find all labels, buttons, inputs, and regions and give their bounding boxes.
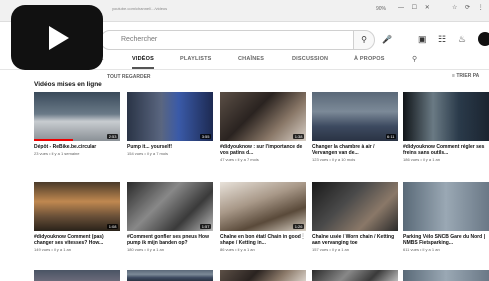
video-thumbnail[interactable]: 1:57 bbox=[127, 182, 213, 231]
see-all-link[interactable]: TOUT REGARDER bbox=[107, 74, 151, 80]
search-icon: ⚲ bbox=[361, 35, 367, 44]
video-duration: 2:53 bbox=[107, 134, 118, 139]
video-card[interactable]: #didyouknow Comment régler ses freins sa… bbox=[403, 92, 489, 162]
video-title[interactable]: Changer la chambre à air / Vervangen van… bbox=[312, 144, 398, 156]
video-title[interactable]: Dépôt - ReBike.be.circular bbox=[34, 144, 120, 150]
video-duration: 1:08 bbox=[107, 224, 118, 229]
tab-about[interactable]: À PROPOS bbox=[354, 56, 385, 62]
video-meta: 123 vues • il y a 10 mois bbox=[312, 157, 356, 162]
video-thumbnail[interactable]: 1:38 bbox=[220, 92, 306, 141]
video-thumbnail[interactable]: 1:08 bbox=[34, 182, 120, 231]
video-title[interactable]: #didyouknow : sur l'importance de vos pa… bbox=[220, 144, 306, 156]
sort-button[interactable]: ≡ TRIER PA bbox=[452, 73, 479, 79]
more-options-icon[interactable]: ⋮ bbox=[300, 233, 306, 240]
video-thumbnail[interactable] bbox=[312, 182, 398, 231]
video-thumbnail[interactable]: 2:53 bbox=[34, 92, 120, 141]
video-meta: 157 vues • il y a 1 an bbox=[312, 247, 349, 252]
video-title[interactable]: Chaîne usée / Worn chain / Ketting aan v… bbox=[312, 234, 398, 246]
video-card[interactable]: 6:11 Changer la chambre à air / Vervange… bbox=[312, 92, 398, 162]
video-thumbnail[interactable] bbox=[312, 270, 398, 281]
video-duration: 3:55 bbox=[200, 134, 211, 139]
video-meta: 23 vues • il y a 1 semaine bbox=[34, 151, 80, 156]
video-title[interactable]: #Comment gonfler ses pneus How pump ik m… bbox=[127, 234, 213, 246]
video-card[interactable]: Parking Vélo SNCB Gare du Nord | NMBS Fi… bbox=[403, 182, 489, 252]
video-thumbnail[interactable] bbox=[34, 270, 120, 281]
apps-grid-icon[interactable]: ☷ bbox=[438, 34, 446, 45]
tab-discussion[interactable]: DISCUSSION bbox=[292, 56, 328, 62]
video-thumbnail[interactable] bbox=[403, 92, 489, 141]
youtube-logo-icon[interactable] bbox=[11, 5, 103, 70]
video-meta: 186 vues • il y a 1 an bbox=[403, 157, 440, 162]
video-card[interactable]: 3:55 Pump it... yourself! 154 vues • il … bbox=[127, 92, 213, 156]
video-thumbnail[interactable]: 3:55 bbox=[127, 92, 213, 141]
tab-playlists[interactable]: PLAYLISTS bbox=[180, 56, 212, 62]
video-meta: 86 vues • il y a 1 an bbox=[220, 247, 255, 252]
play-icon bbox=[49, 26, 69, 50]
video-duration: 1:57 bbox=[200, 224, 211, 229]
tab-videos[interactable]: VIDÉOS bbox=[132, 56, 154, 69]
video-thumbnail[interactable] bbox=[220, 270, 306, 281]
section-header: Vidéos mises en ligne TOUT REGARDER bbox=[34, 73, 151, 89]
tab-channels[interactable]: CHAÎNES bbox=[238, 56, 264, 62]
video-thumbnail[interactable]: 1:26 bbox=[220, 182, 306, 231]
video-thumbnail[interactable] bbox=[403, 182, 489, 231]
window-controls[interactable]: — ☐ ✕ bbox=[398, 4, 433, 11]
video-card[interactable]: 1:26 Chaîne en bon état/ Chain in good s… bbox=[220, 182, 306, 252]
video-thumbnail[interactable] bbox=[403, 270, 489, 281]
video-title[interactable]: Parking Vélo SNCB Gare du Nord | NMBS Fi… bbox=[403, 234, 489, 246]
mic-icon[interactable]: 🎤 bbox=[382, 35, 392, 44]
video-title[interactable]: #didyouknow Comment (pas) changer ses vi… bbox=[34, 234, 120, 246]
address-bar[interactable]: youtube.com/channel/.../videos bbox=[112, 6, 242, 14]
video-meta: 611 vues • il y a 1 an bbox=[403, 247, 440, 252]
channel-search-icon[interactable]: ⚲ bbox=[412, 55, 417, 63]
sort-label: TRIER PA bbox=[456, 73, 480, 79]
video-meta: 154 vues • il y a 7 mois bbox=[127, 151, 168, 156]
video-card[interactable]: 2:53 Dépôt - ReBike.be.circular 23 vues … bbox=[34, 92, 120, 156]
watch-progress-bar bbox=[34, 139, 73, 141]
search-button[interactable]: ⚲ bbox=[353, 30, 375, 50]
video-title[interactable]: Pump it... yourself! bbox=[127, 144, 213, 150]
video-card[interactable]: 1:57 #Comment gonfler ses pneus How pump… bbox=[127, 182, 213, 252]
notifications-bell-icon[interactable]: ♨ bbox=[458, 34, 466, 45]
video-duration: 1:38 bbox=[293, 134, 304, 139]
video-thumbnail[interactable]: 6:11 bbox=[312, 92, 398, 141]
video-duration: 6:11 bbox=[385, 134, 396, 139]
video-card[interactable]: 1:38 #didyouknow : sur l'importance de v… bbox=[220, 92, 306, 162]
video-card[interactable]: Chaîne usée / Worn chain / Ketting aan v… bbox=[312, 182, 398, 252]
video-title[interactable]: #didyouknow Comment régler ses freins sa… bbox=[403, 144, 489, 156]
video-title[interactable]: Chaîne en bon état/ Chain in good shape … bbox=[220, 234, 306, 246]
video-card[interactable]: 1:08 #didyouknow Comment (pas) changer s… bbox=[34, 182, 120, 252]
video-duration: 1:26 bbox=[293, 224, 304, 229]
create-video-icon[interactable]: ▣ bbox=[418, 34, 427, 45]
zoom-level: 90% bbox=[376, 6, 387, 12]
section-title: Vidéos mises en ligne bbox=[34, 81, 102, 88]
video-meta: 180 vues • il y a 1 an bbox=[127, 247, 164, 252]
browser-icons[interactable]: ☆ ⟳ ⋮ bbox=[452, 4, 487, 11]
avatar[interactable] bbox=[478, 32, 489, 46]
video-thumbnail[interactable] bbox=[127, 270, 213, 281]
video-meta: 47 vues • il y a 7 mois bbox=[220, 157, 259, 162]
video-meta: 149 vues • il y a 1 an bbox=[34, 247, 71, 252]
search-input[interactable]: Rechercher bbox=[100, 30, 354, 50]
